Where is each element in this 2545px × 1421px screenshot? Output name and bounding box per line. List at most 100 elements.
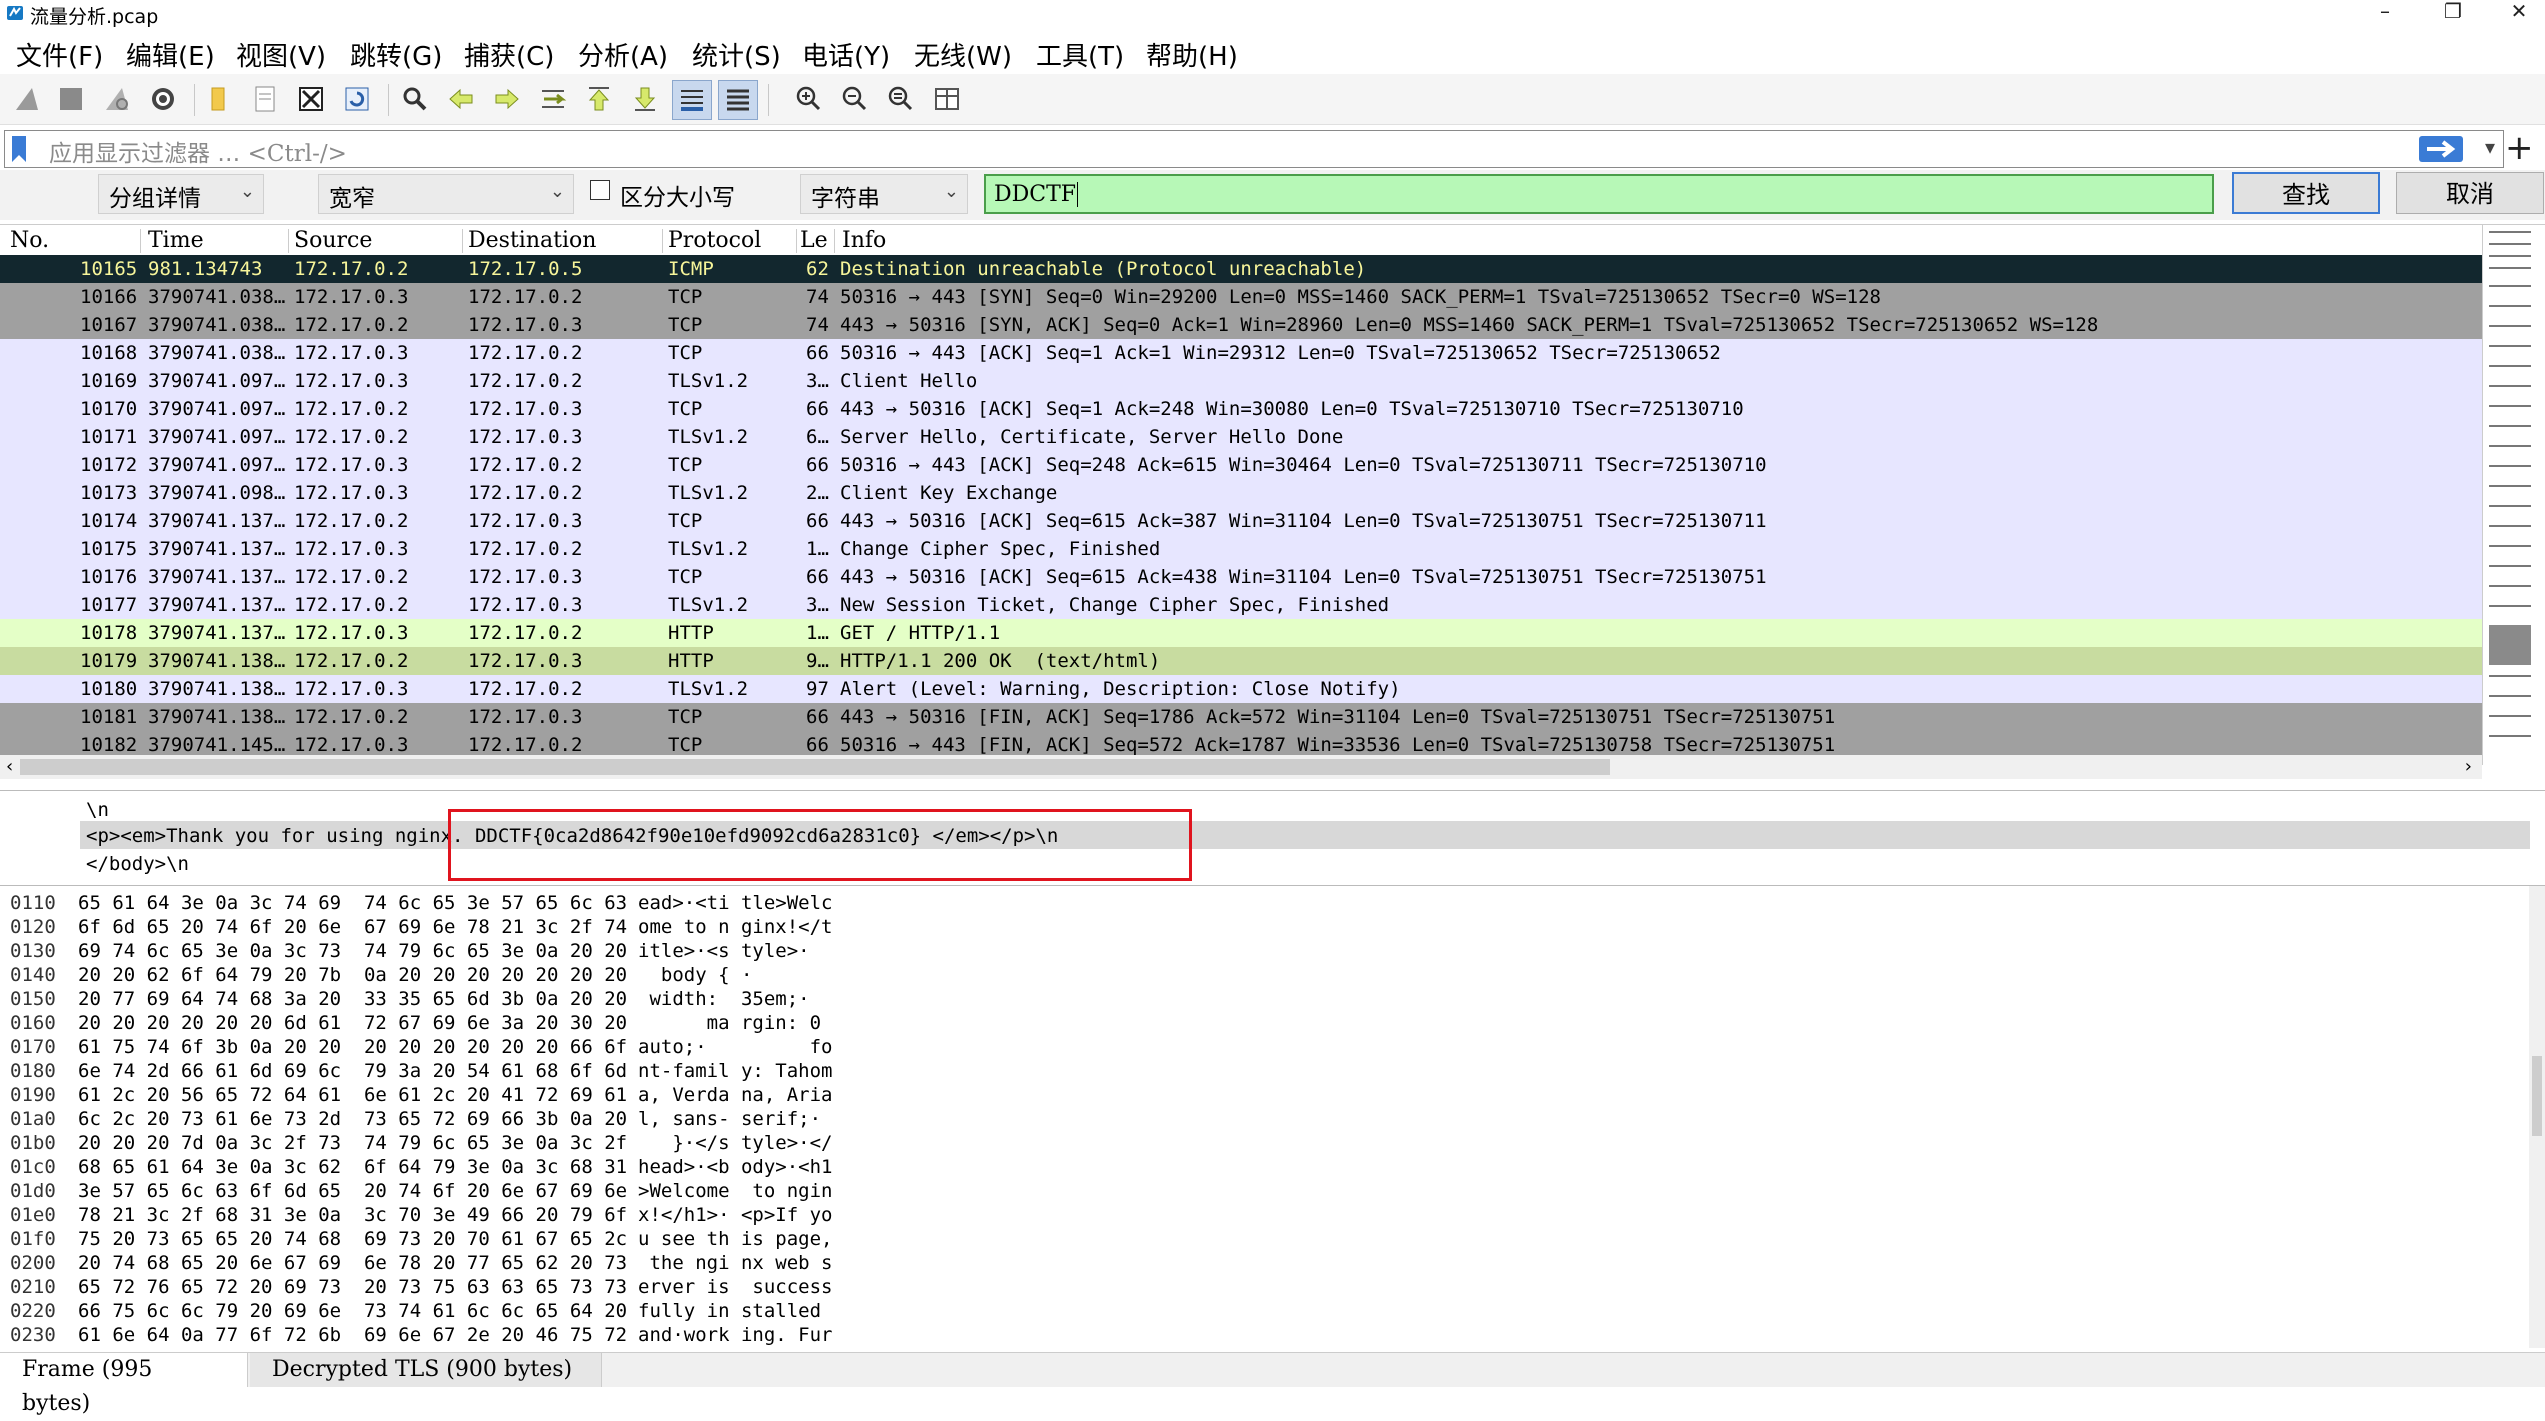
charset-select[interactable]: 宽窄 ⌄: [318, 174, 574, 214]
column-header-info[interactable]: Info: [842, 228, 886, 253]
menu-telephony[interactable]: 电话(Y): [802, 36, 890, 73]
find-text-input[interactable]: DDCTF: [984, 174, 2214, 214]
packet-row[interactable]: 10171 3790741.097… 172.17.0.2 172.17.0.3 TLS…: [0, 423, 2482, 451]
first-packet-icon[interactable]: [580, 80, 618, 118]
packet-minimap[interactable]: [2482, 225, 2545, 765]
packet-row[interactable]: 10169 3790741.097… 172.17.0.3 172.17.0.2 TLS…: [0, 367, 2482, 395]
menu-file[interactable]: 文件(F): [16, 36, 103, 73]
display-filter-input[interactable]: 应用显示过滤器 … <Ctrl-/> ▾: [4, 130, 2504, 168]
menu-analyze[interactable]: 分析(A): [578, 36, 668, 73]
column-header-time[interactable]: Time: [148, 228, 204, 253]
resize-columns-icon[interactable]: [928, 80, 966, 118]
column-divider[interactable]: [834, 229, 835, 253]
close-file-icon[interactable]: [292, 80, 330, 118]
menu-capture[interactable]: 捕获(C): [464, 36, 554, 73]
hex-asc: l, sans- serif;·: [638, 1108, 833, 1130]
folder-open-icon[interactable]: [200, 80, 238, 118]
zoom-in-icon[interactable]: [790, 80, 828, 118]
reload-icon[interactable]: [338, 80, 376, 118]
menu-view[interactable]: 视图(V): [236, 36, 326, 73]
menu-go[interactable]: 跳转(G): [350, 36, 442, 73]
packet-bytes-pane[interactable]: 0110 65 61 64 3e 0a 3c 74 69 74 6c 65 3e …: [0, 886, 2545, 1348]
search-in-select[interactable]: 分组详情 ⌄: [98, 174, 264, 214]
packet-cell-src: 172.17.0.3: [294, 454, 409, 476]
shark-fin-restart-icon[interactable]: [98, 80, 136, 118]
find-magnifier-icon[interactable]: [396, 80, 434, 118]
scrollbar-thumb[interactable]: [2532, 1056, 2542, 1136]
packet-row[interactable]: 10176 3790741.137… 172.17.0.2 172.17.0.3 TCP…: [0, 563, 2482, 591]
column-divider[interactable]: [288, 229, 289, 253]
stop-square-icon[interactable]: [52, 80, 90, 118]
detail-line[interactable]: \n: [86, 799, 109, 821]
packet-row[interactable]: 10180 3790741.138… 172.17.0.3 172.17.0.2 TLS…: [0, 675, 2482, 703]
zoom-normal-icon[interactable]: [882, 80, 920, 118]
scrollbar-thumb[interactable]: [20, 759, 1610, 775]
column-header-source[interactable]: Source: [294, 228, 372, 253]
bookmark-icon[interactable]: [11, 135, 27, 163]
packet-cell-info: Change Cipher Spec, Finished: [840, 538, 1161, 560]
go-to-packet-icon[interactable]: [534, 80, 572, 118]
packet-row[interactable]: 10177 3790741.137… 172.17.0.2 172.17.0.3 TLS…: [0, 591, 2482, 619]
packet-details-pane[interactable]: \n <p><em>Thank you for using nginx. DDC…: [0, 790, 2545, 886]
save-file-icon[interactable]: [246, 80, 284, 118]
hex-off: 0160: [10, 1012, 56, 1034]
gear-options-icon[interactable]: [144, 80, 182, 118]
packet-row[interactable]: 10167 3790741.038… 172.17.0.2 172.17.0.3 TCP…: [0, 311, 2482, 339]
packet-cell-info: 50316 → 443 [ACK] Seq=1 Ack=1 Win=29312 …: [840, 342, 1721, 364]
menu-edit[interactable]: 编辑(E): [126, 36, 215, 73]
cancel-button[interactable]: 取消: [2396, 172, 2544, 214]
packet-row[interactable]: 10179 3790741.138… 172.17.0.2 172.17.0.3 HTT…: [0, 647, 2482, 675]
menu-tools[interactable]: 工具(T): [1036, 36, 1124, 73]
minimize-button[interactable]: –: [2360, 0, 2410, 26]
menu-statistics[interactable]: 统计(S): [692, 36, 781, 73]
scroll-left-icon[interactable]: ‹: [6, 756, 13, 777]
horizontal-scrollbar[interactable]: ‹ ›: [0, 755, 2482, 779]
packet-cell-time: 3790741.138…: [148, 678, 286, 700]
packet-row[interactable]: 10170 3790741.097… 172.17.0.2 172.17.0.3 TCP…: [0, 395, 2482, 423]
column-divider[interactable]: [462, 229, 463, 253]
packet-cell-proto: TLSv1.2: [668, 482, 749, 504]
menu-help[interactable]: 帮助(H): [1146, 36, 1238, 73]
add-filter-button[interactable]: +: [2505, 128, 2534, 168]
filter-history-dropdown-icon[interactable]: ▾: [2485, 135, 2495, 159]
back-arrow-icon[interactable]: [442, 80, 480, 118]
packet-row[interactable]: 10172 3790741.097… 172.17.0.3 172.17.0.2 TCP…: [0, 451, 2482, 479]
close-window-button[interactable]: ✕: [2494, 0, 2544, 26]
detail-line[interactable]: </body>\n: [86, 853, 189, 875]
last-packet-icon[interactable]: [626, 80, 664, 118]
scroll-right-icon[interactable]: ›: [2465, 756, 2472, 777]
packet-row[interactable]: 10181 3790741.138… 172.17.0.2 172.17.0.3 TCP…: [0, 703, 2482, 731]
zoom-out-icon[interactable]: [836, 80, 874, 118]
column-divider[interactable]: [140, 229, 141, 253]
packet-row[interactable]: 10165 981.134743 172.17.0.2 172.17.0.5 ICMP 6…: [0, 255, 2482, 283]
column-header-no[interactable]: No.: [10, 228, 49, 253]
hex-asc: and·work ing. Fur: [638, 1324, 833, 1346]
shark-fin-start-icon[interactable]: [8, 80, 46, 118]
tab-frame[interactable]: Frame (995 bytes): [0, 1353, 248, 1416]
menu-wireless[interactable]: 无线(W): [914, 36, 1012, 73]
apply-filter-arrow-icon[interactable]: [2419, 136, 2463, 162]
packet-row[interactable]: 10178 3790741.137… 172.17.0.3 172.17.0.2 HTT…: [0, 619, 2482, 647]
packet-cell-src: 172.17.0.2: [294, 510, 409, 532]
colorize-icon[interactable]: [718, 80, 758, 120]
packet-row[interactable]: 10168 3790741.038… 172.17.0.3 172.17.0.2 TCP…: [0, 339, 2482, 367]
autoscroll-icon[interactable]: [672, 80, 712, 120]
column-divider[interactable]: [662, 229, 663, 253]
column-header-protocol[interactable]: Protocol: [668, 228, 761, 253]
maximize-button[interactable]: ❐: [2428, 0, 2478, 26]
forward-arrow-icon[interactable]: [488, 80, 526, 118]
column-divider[interactable]: [796, 229, 797, 253]
packet-row[interactable]: 10175 3790741.137… 172.17.0.3 172.17.0.2 TLS…: [0, 535, 2482, 563]
search-type-select[interactable]: 字符串 ⌄: [800, 174, 968, 214]
column-header-length[interactable]: Le: [800, 228, 828, 253]
packet-row[interactable]: 10174 3790741.137… 172.17.0.2 172.17.0.3 TCP…: [0, 507, 2482, 535]
packet-cell-proto: TCP: [668, 314, 703, 336]
packet-cell-info: 50316 → 443 [SYN] Seq=0 Win=29200 Len=0 …: [840, 286, 1881, 308]
case-sensitive-checkbox[interactable]: [590, 180, 610, 200]
packet-row[interactable]: 10166 3790741.038… 172.17.0.3 172.17.0.2 TCP…: [0, 283, 2482, 311]
vertical-scrollbar[interactable]: [2529, 886, 2545, 1348]
find-button[interactable]: 查找: [2232, 172, 2380, 214]
column-header-destination[interactable]: Destination: [468, 228, 596, 253]
tab-decrypted-tls[interactable]: Decrypted TLS (900 bytes): [250, 1353, 602, 1387]
packet-row[interactable]: 10173 3790741.098… 172.17.0.3 172.17.0.2 TLS…: [0, 479, 2482, 507]
